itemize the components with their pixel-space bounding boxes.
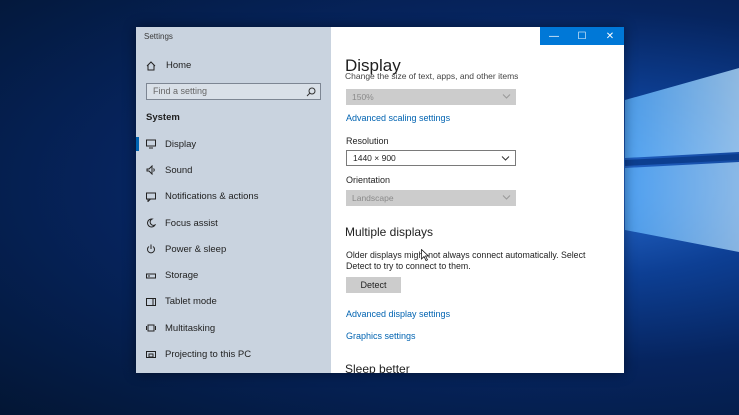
- nav-home-label: Home: [166, 60, 192, 71]
- search-placeholder: Find a setting: [153, 86, 208, 96]
- moon-icon: [147, 218, 156, 228]
- sidebar-item-label: Power & sleep: [165, 243, 227, 255]
- nav-list: Display Sound Notifications & actions Fo…: [136, 131, 331, 368]
- sidebar-item-display[interactable]: Display: [136, 131, 331, 157]
- chevron-down-icon: [502, 94, 511, 99]
- multiple-displays-heading: Multiple displays: [345, 225, 434, 239]
- sidebar-item-projecting[interactable]: Projecting to this PC: [136, 341, 331, 367]
- advanced-display-link[interactable]: Advanced display settings: [346, 309, 450, 319]
- chevron-down-icon: [501, 156, 510, 161]
- sidebar-item-notifications[interactable]: Notifications & actions: [136, 184, 331, 210]
- graphics-settings-link[interactable]: Graphics settings: [346, 331, 416, 341]
- window-controls: — ☐ ✕: [540, 27, 624, 45]
- sleep-better-heading: Sleep better: [345, 362, 410, 373]
- multiple-displays-description: Older displays might not always connect …: [346, 250, 586, 271]
- content-pane: — ☐ ✕ Display Change the size of text, a…: [331, 27, 624, 373]
- project-icon: [146, 350, 156, 358]
- minimize-button[interactable]: —: [540, 27, 568, 45]
- sidebar-item-multitasking[interactable]: Multitasking: [136, 315, 331, 341]
- sidebar: Settings Home Find a setting System Disp…: [136, 27, 331, 373]
- orientation-label: Orientation: [346, 175, 391, 185]
- sidebar-item-storage[interactable]: Storage: [136, 262, 331, 288]
- resolution-value: 1440 × 900: [353, 153, 396, 163]
- detect-button[interactable]: Detect: [346, 277, 401, 293]
- window-title: Settings: [144, 32, 173, 41]
- sidebar-item-power-sleep[interactable]: Power & sleep: [136, 236, 331, 262]
- search-icon: [306, 87, 316, 97]
- sidebar-item-label: Multitasking: [165, 322, 216, 334]
- speaker-icon: [146, 165, 155, 176]
- multitasking-icon: [146, 324, 156, 332]
- search-input[interactable]: Find a setting: [146, 83, 321, 100]
- power-icon: [147, 244, 155, 254]
- scale-dropdown: 150%: [346, 89, 516, 105]
- scale-description: Change the size of text, apps, and other…: [345, 72, 519, 81]
- sidebar-item-label: Sound: [165, 164, 193, 176]
- resolution-label: Resolution: [346, 136, 389, 146]
- maximize-button[interactable]: ☐: [568, 27, 596, 45]
- sidebar-item-tablet-mode[interactable]: Tablet mode: [136, 289, 331, 315]
- sidebar-item-label: Focus assist: [165, 217, 218, 229]
- mouse-cursor-icon: [421, 249, 429, 261]
- message-icon: [146, 192, 156, 202]
- resolution-dropdown[interactable]: 1440 × 900: [346, 150, 516, 166]
- sidebar-item-label: Display: [165, 138, 197, 150]
- orientation-dropdown: Landscape: [346, 190, 516, 206]
- sidebar-item-label: Projecting to this PC: [165, 349, 252, 361]
- nav-home[interactable]: Home: [146, 60, 191, 71]
- advanced-scaling-link[interactable]: Advanced scaling settings: [346, 113, 450, 123]
- home-icon: [146, 60, 156, 70]
- monitor-icon: [146, 139, 156, 149]
- storage-icon: [146, 273, 156, 279]
- sidebar-item-label: Storage: [165, 270, 199, 282]
- section-label-system: System: [146, 112, 180, 123]
- sidebar-item-label: Notifications & actions: [165, 191, 259, 203]
- sidebar-item-focus-assist[interactable]: Focus assist: [136, 210, 331, 236]
- sidebar-item-label: Tablet mode: [165, 296, 217, 308]
- close-button[interactable]: ✕: [596, 27, 624, 45]
- settings-window: Settings Home Find a setting System Disp…: [136, 27, 624, 373]
- tablet-icon: [146, 297, 156, 306]
- orientation-value: Landscape: [352, 193, 394, 203]
- chevron-down-icon: [502, 195, 511, 200]
- scale-value: 150%: [352, 92, 374, 102]
- sidebar-item-sound[interactable]: Sound: [136, 157, 331, 183]
